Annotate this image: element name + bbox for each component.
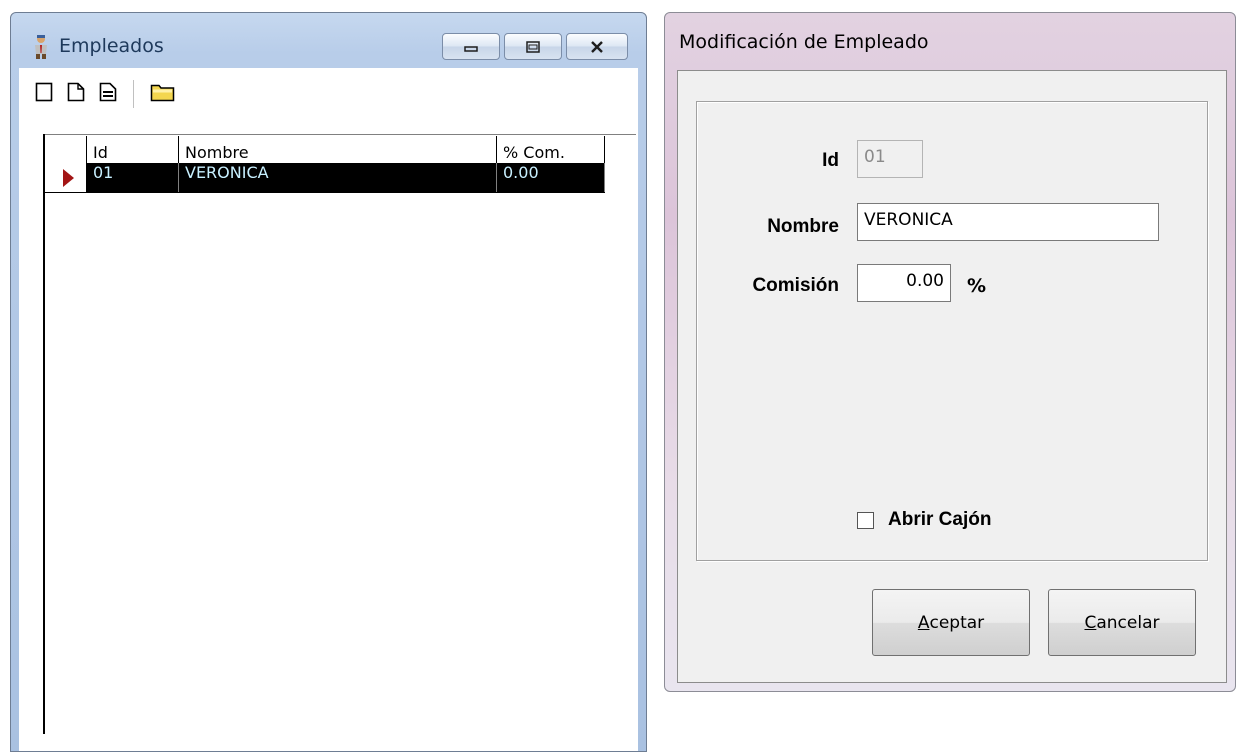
nombre-field[interactable]: VERONICA xyxy=(857,203,1159,241)
grid-row-divider xyxy=(45,192,605,193)
grid-top-border xyxy=(45,134,636,135)
modificacion-dialog: Modificación de Empleado Id 01 Nombre VE… xyxy=(664,12,1236,692)
comision-unit: % xyxy=(967,275,987,297)
aceptar-label: ceptar xyxy=(929,612,985,633)
grid-header-indicator xyxy=(45,136,87,163)
grid-header-id[interactable]: Id xyxy=(87,136,179,163)
grid-header: Id Nombre % Com. xyxy=(45,136,605,163)
maximize-button[interactable] xyxy=(504,33,562,60)
grid-header-comision[interactable]: % Com. xyxy=(497,136,605,163)
maximize-icon xyxy=(526,40,540,53)
employee-icon xyxy=(31,33,51,59)
minimize-icon xyxy=(464,45,478,52)
id-field: 01 xyxy=(857,140,923,178)
cancelar-label: ancelar xyxy=(1096,612,1160,633)
row-cell-id[interactable]: 01 xyxy=(87,163,179,192)
aceptar-mnemonic: A xyxy=(917,612,930,633)
abrir-cajon-checkbox[interactable] xyxy=(857,511,874,529)
id-label: Id xyxy=(822,150,839,171)
caption-buttons xyxy=(442,33,628,60)
empleados-title: Empleados xyxy=(59,35,164,57)
nombre-label: Nombre xyxy=(767,216,839,237)
empleados-window: Empleados Id Nombre % Com. 01 VERONICA 0… xyxy=(10,12,647,752)
cancelar-mnemonic: C xyxy=(1084,612,1097,633)
new-record-icon[interactable] xyxy=(35,81,53,108)
empleados-grid[interactable]: Id Nombre % Com. 01 VERONICA 0.00 xyxy=(43,134,636,734)
cancelar-button[interactable]: Cancelar xyxy=(1048,589,1196,656)
employee-groupbox: Id 01 Nombre VERONICA Comisión 0.00 % Ab… xyxy=(696,101,1208,561)
edit-record-icon[interactable] xyxy=(99,81,117,108)
dialog-title: Modificación de Empleado xyxy=(679,31,929,53)
abrir-cajon-label[interactable]: Abrir Cajón xyxy=(888,509,991,531)
dialog-client-area: Id 01 Nombre VERONICA Comisión 0.00 % Ab… xyxy=(677,70,1227,683)
comision-label: Comisión xyxy=(752,275,839,296)
close-button[interactable] xyxy=(566,33,628,60)
row-cell-comision[interactable]: 0.00 xyxy=(497,163,605,192)
row-cell-nombre[interactable]: VERONICA xyxy=(179,163,497,192)
new-document-icon[interactable] xyxy=(67,81,85,108)
aceptar-button[interactable]: Aceptar xyxy=(872,589,1030,656)
minimize-button[interactable] xyxy=(442,33,500,60)
toolbar-separator xyxy=(133,80,134,108)
open-folder-icon[interactable] xyxy=(150,81,176,108)
comision-field[interactable]: 0.00 xyxy=(857,264,951,302)
empleados-toolbar xyxy=(35,80,176,108)
empleados-titlebar[interactable]: Empleados xyxy=(31,33,164,59)
row-indicator xyxy=(45,163,87,192)
close-icon xyxy=(591,40,603,53)
row-pointer-icon xyxy=(63,169,74,187)
abrir-cajon-checkbox-row[interactable]: Abrir Cajón xyxy=(857,509,991,531)
grid-header-nombre[interactable]: Nombre xyxy=(179,136,497,163)
table-row[interactable]: 01 VERONICA 0.00 xyxy=(45,163,605,192)
